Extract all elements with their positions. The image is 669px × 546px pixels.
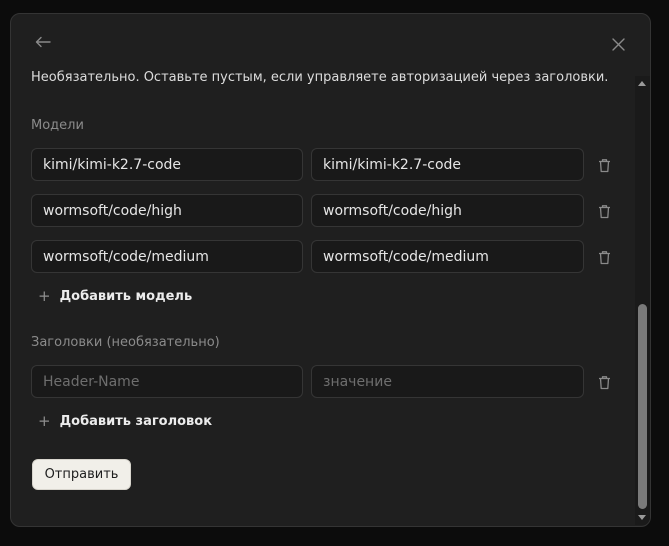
back-button[interactable] — [33, 34, 53, 50]
add-header-button[interactable]: + Добавить заголовок — [38, 412, 213, 430]
delete-model-button[interactable] — [597, 249, 611, 265]
add-model-button[interactable]: + Добавить модель — [38, 287, 193, 305]
token-hint: Необязательно. Оставьте пустым, если упр… — [31, 70, 609, 85]
plus-icon: + — [38, 287, 51, 305]
delete-model-button[interactable] — [597, 157, 611, 173]
arrow-left-icon — [35, 36, 51, 48]
trash-icon — [598, 204, 610, 218]
add-model-label: Добавить модель — [59, 289, 193, 304]
scrollbar[interactable] — [635, 76, 650, 525]
headers-label: Заголовки (необязательно) — [31, 335, 220, 350]
model-name-input[interactable]: wormsoft/code/medium — [31, 240, 303, 273]
submit-button[interactable]: Отправить — [32, 459, 131, 490]
models-label: Модели — [31, 118, 84, 133]
model-name-input[interactable]: wormsoft/code/high — [31, 194, 303, 227]
header-value-input[interactable] — [311, 365, 584, 398]
scroll-up-arrow-icon[interactable] — [638, 81, 646, 86]
close-button[interactable] — [610, 36, 626, 52]
header-name-input[interactable] — [31, 365, 303, 398]
model-name-input[interactable]: kimi/kimi-k2.7-code — [31, 148, 303, 181]
dialog-content: Необязательно. Оставьте пустым, если упр… — [11, 14, 635, 526]
delete-header-button[interactable] — [597, 374, 611, 390]
trash-icon — [598, 158, 610, 172]
trash-icon — [598, 375, 610, 389]
add-header-label: Добавить заголовок — [59, 414, 213, 429]
model-alias-input[interactable]: kimi/kimi-k2.7-code — [311, 148, 584, 181]
scroll-down-arrow-icon[interactable] — [638, 515, 646, 520]
delete-model-button[interactable] — [597, 203, 611, 219]
model-alias-input[interactable]: wormsoft/code/medium — [311, 240, 584, 273]
dialog: Необязательно. Оставьте пустым, если упр… — [10, 13, 651, 527]
model-alias-input[interactable]: wormsoft/code/high — [311, 194, 584, 227]
close-icon — [611, 37, 625, 51]
plus-icon: + — [38, 412, 51, 430]
scroll-thumb[interactable] — [638, 304, 647, 509]
trash-icon — [598, 250, 610, 264]
